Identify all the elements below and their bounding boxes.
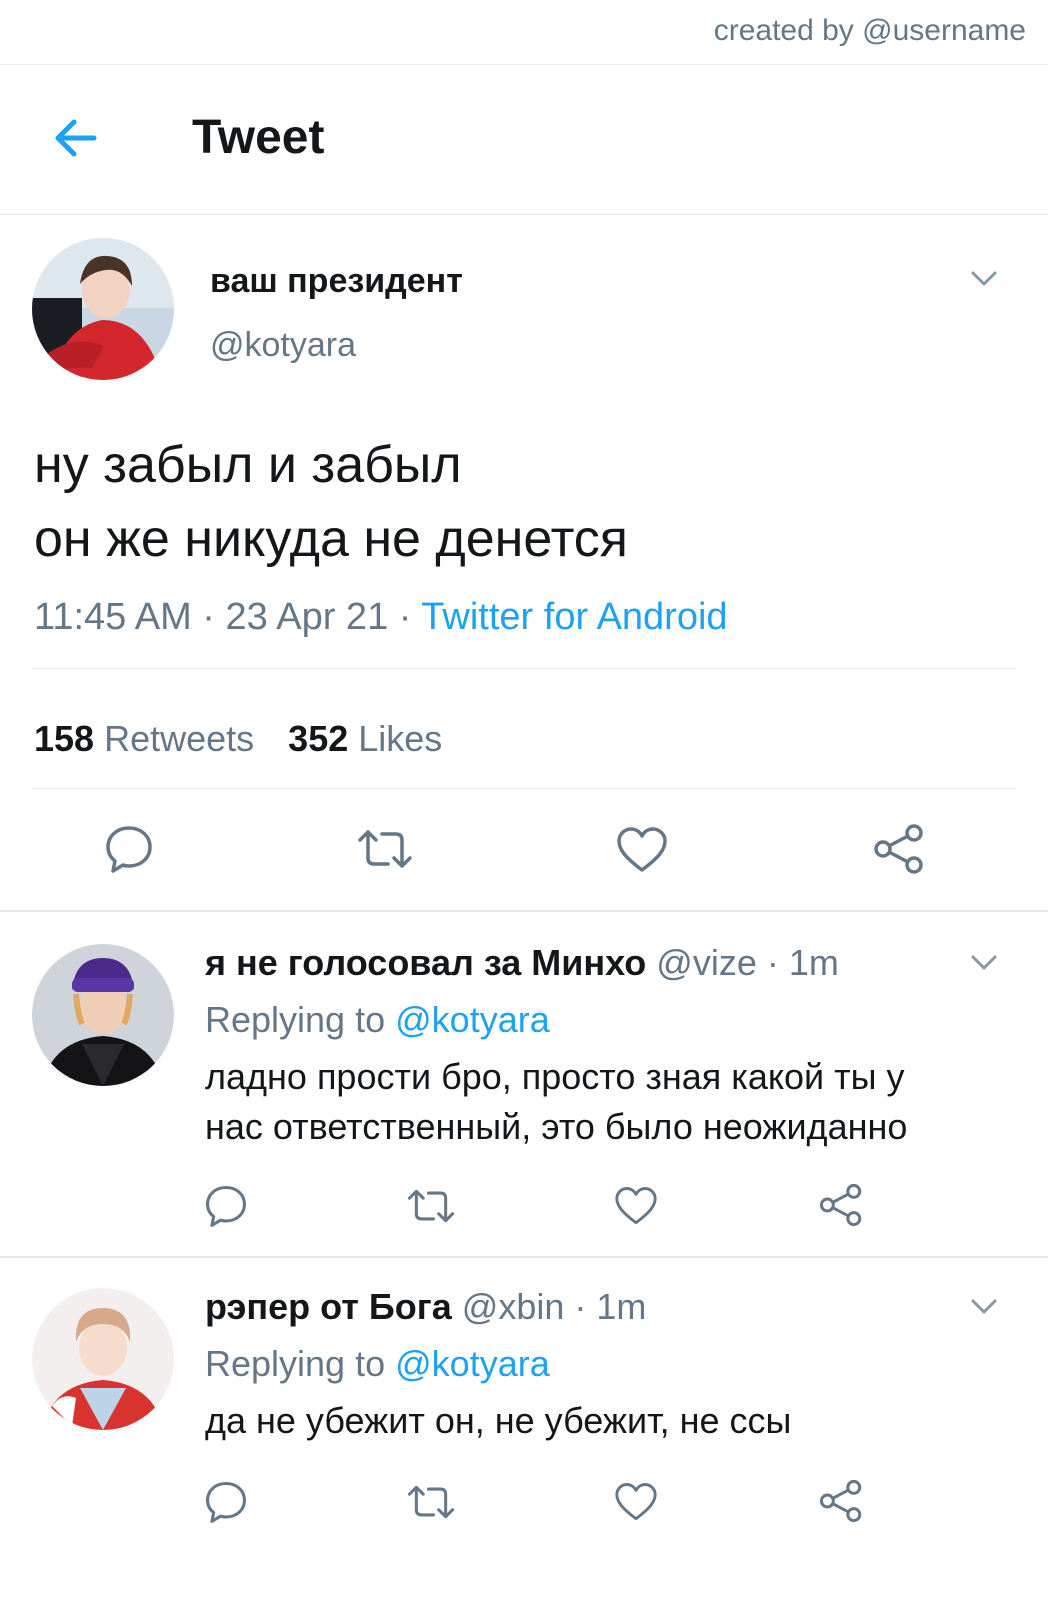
chevron-down-icon [971, 955, 997, 970]
meta-separator: · [398, 596, 422, 638]
share-icon [819, 1183, 862, 1227]
retweet-button[interactable] [356, 826, 414, 872]
reply-author-name[interactable]: рэпер от Бога [205, 1286, 452, 1327]
retweets-count: 158 [34, 718, 95, 759]
reply-button[interactable] [104, 824, 154, 874]
reply-button[interactable] [204, 1184, 248, 1228]
divider [32, 668, 1016, 669]
like-button[interactable] [614, 1186, 658, 1226]
reply-text: да не убежит он, не убежит, не ссы [205, 1396, 1015, 1446]
avatar[interactable] [32, 238, 174, 380]
replying-to: Replying to @kotyara [205, 1343, 550, 1385]
meta-separator: · [756, 942, 789, 983]
likes-stat[interactable]: 352 Likes [288, 718, 442, 759]
retweet-button[interactable] [406, 1186, 456, 1226]
reply-icon [205, 1185, 247, 1227]
reply-header: я не голосовал за Минхо @vize · 1m [205, 942, 839, 984]
reply-menu-button[interactable] [968, 946, 1000, 978]
tweet-stats: 158 Retweets 352 Likes [34, 718, 442, 760]
tweet-text: ну забыл и забыл он же никуда не денется [34, 428, 628, 576]
heart-icon [615, 1187, 657, 1225]
replying-to-label: Replying to [205, 999, 386, 1040]
section-divider [0, 910, 1048, 912]
credit-text: created by @username [713, 14, 1026, 47]
credit-bar: created by @username [0, 0, 1048, 65]
reply-text-line: ладно прости бро, просто зная какой ты у [205, 1056, 905, 1097]
arrow-left-icon [55, 119, 97, 157]
tweet-date: 23 Apr 21 [225, 596, 389, 638]
tweet-source-link[interactable]: Twitter for Android [421, 596, 727, 638]
meta-separator: · [564, 1286, 597, 1327]
reply-author-handle[interactable]: @xbin [462, 1286, 565, 1327]
chevron-down-icon [971, 271, 997, 286]
retweets-stat[interactable]: 158 Retweets [34, 718, 254, 759]
chevron-down-icon [971, 1299, 997, 1314]
divider [32, 788, 1016, 789]
reply-time: 1m [596, 1286, 647, 1327]
tweet-time: 11:45 AM [34, 596, 192, 638]
heart-icon [617, 827, 667, 872]
reply-text: ладно прости бро, просто зная какой ты у… [205, 1052, 1015, 1152]
reply-author-handle[interactable]: @vize [656, 942, 757, 983]
reply-text-line: нас ответственный, это было неожиданно [205, 1106, 908, 1147]
retweet-icon [407, 1189, 455, 1223]
reply-icon [205, 1481, 247, 1523]
reply-time: 1m [788, 942, 839, 983]
author-name[interactable]: ваш президент [210, 262, 463, 301]
tweet-meta: 11:45 AM · 23 Apr 21 · Twitter for Andro… [34, 596, 728, 639]
share-button[interactable] [872, 822, 926, 876]
retweet-icon [358, 830, 412, 868]
page-title: Tweet [192, 111, 325, 164]
share-icon [874, 824, 923, 874]
replying-to-mention[interactable]: @kotyara [395, 1343, 550, 1384]
reply-author-name[interactable]: я не голосовал за Минхо [205, 942, 646, 983]
replying-to-mention[interactable]: @kotyara [395, 999, 550, 1040]
tweet-text-line: ну забыл и забыл [34, 436, 462, 494]
reply-avatar[interactable] [32, 1288, 174, 1430]
author-handle[interactable]: @kotyara [210, 326, 356, 365]
back-button[interactable] [48, 110, 104, 166]
likes-count: 352 [288, 718, 349, 759]
share-button[interactable] [818, 1182, 864, 1228]
tweet-menu-button[interactable] [968, 262, 1000, 294]
share-button[interactable] [818, 1478, 864, 1524]
retweet-icon [407, 1485, 455, 1519]
heart-icon [615, 1483, 657, 1521]
tweet-text-line: он же никуда не денется [34, 510, 628, 568]
reply-text-line: да не убежит он, не убежит, не ссы [205, 1400, 792, 1441]
meta-separator: · [202, 596, 226, 638]
retweets-label: Retweets [104, 718, 255, 759]
share-icon [819, 1479, 862, 1523]
header: Tweet [0, 64, 1048, 215]
reply-avatar[interactable] [32, 944, 174, 1086]
reply-header: рэпер от Бога @xbin · 1m [205, 1286, 646, 1328]
retweet-button[interactable] [406, 1482, 456, 1522]
reply-icon [106, 826, 152, 873]
like-button[interactable] [614, 1482, 658, 1522]
reply-menu-button[interactable] [968, 1290, 1000, 1322]
replying-to-label: Replying to [205, 1343, 386, 1384]
like-button[interactable] [616, 826, 668, 874]
replying-to: Replying to @kotyara [205, 999, 550, 1041]
section-divider [0, 1256, 1048, 1258]
likes-label: Likes [358, 718, 443, 759]
reply-button[interactable] [204, 1480, 248, 1524]
